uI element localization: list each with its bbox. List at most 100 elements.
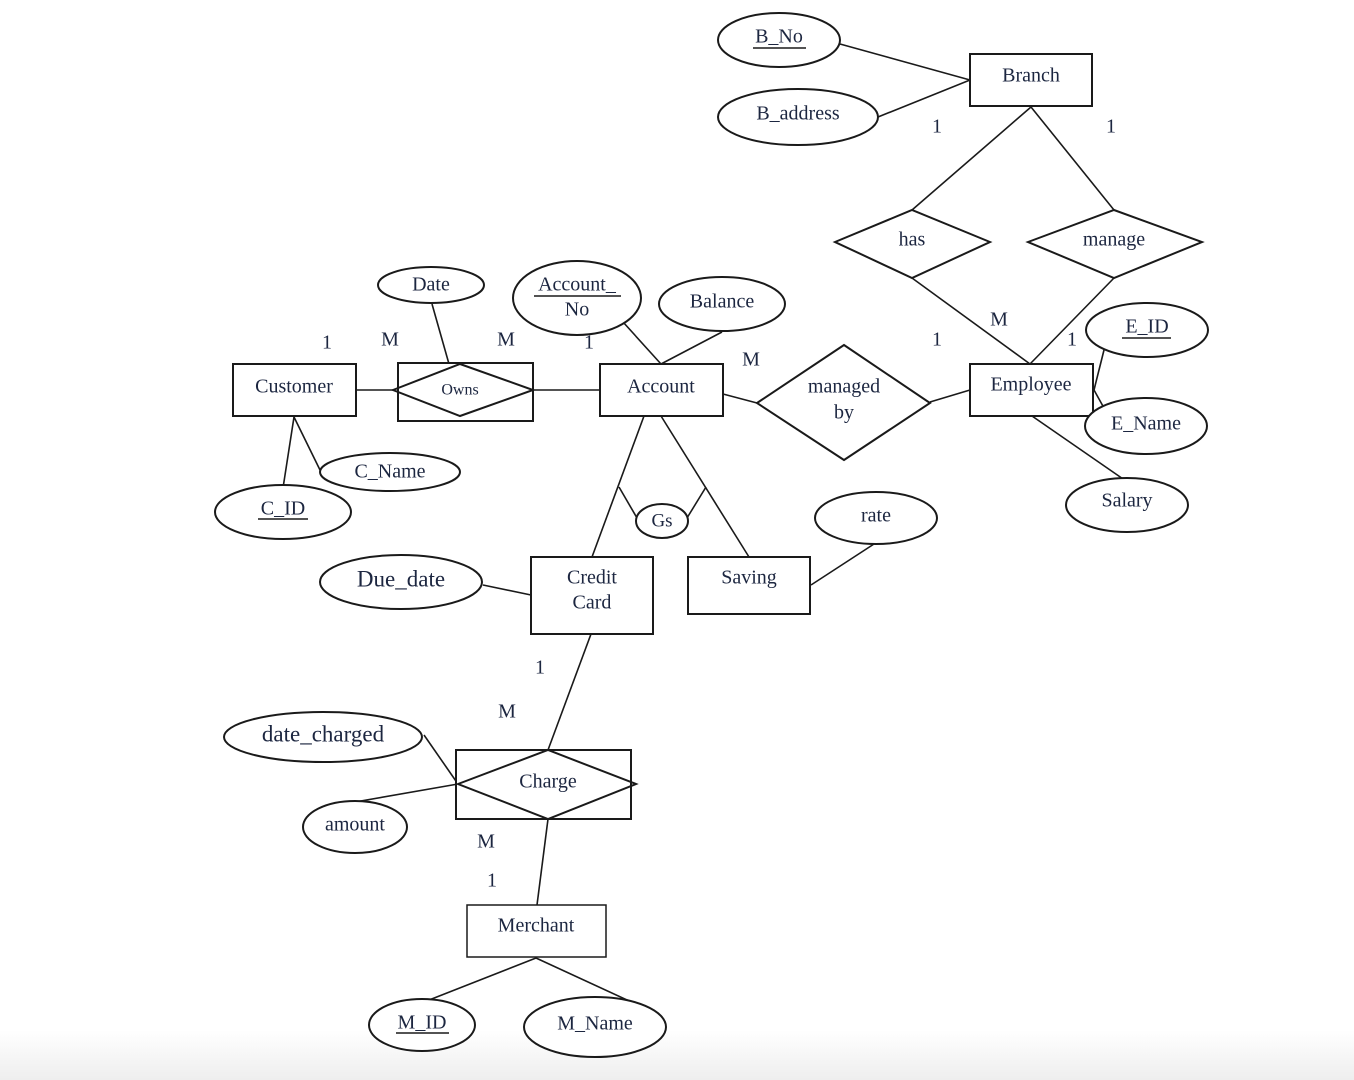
relationship-manage-label: manage (1083, 229, 1145, 251)
attribute-date[interactable]: Date (377, 266, 485, 304)
edge-account-creditcard (591, 415, 645, 558)
entity-saving[interactable]: Saving (687, 556, 811, 615)
relationship-has[interactable]: has (832, 208, 993, 280)
attribute-c-name[interactable]: C_Name (319, 452, 461, 492)
attribute-balance-label: Balance (690, 291, 755, 313)
edge-employee-eid (1093, 349, 1105, 391)
edge-baddress-branch (877, 79, 971, 118)
edge-accountno-account (622, 321, 662, 365)
entity-branch[interactable]: Branch (969, 53, 1093, 107)
attribute-m-id[interactable]: M_ID (368, 998, 476, 1052)
cardinality-customer-owns: 1 (322, 332, 332, 354)
attribute-amount[interactable]: amount (302, 800, 408, 854)
entity-account-label: Account (627, 376, 695, 398)
edge-balance-account (660, 331, 723, 365)
edge-gs-left (618, 486, 638, 519)
attribute-c-id-label: C_ID (261, 498, 305, 520)
edge-bno-branch (839, 43, 971, 81)
relationship-has-label: has (899, 229, 926, 251)
cardinality-charge-creditcard: M (498, 701, 516, 723)
cardinality-merchant-charge: 1 (487, 870, 497, 892)
attribute-b-no[interactable]: B_No (717, 12, 841, 68)
relationship-owns-label: Owns (441, 382, 478, 399)
entity-credit-card[interactable]: Credit Card (530, 556, 654, 635)
attribute-salary[interactable]: Salary (1065, 477, 1189, 533)
edge-has-employee (911, 277, 1031, 365)
edge-merchant-mid (423, 957, 537, 1003)
attribute-date-charged-label: date_charged (262, 721, 385, 746)
attribute-salary-label: Salary (1101, 490, 1152, 512)
attribute-e-id[interactable]: E_ID (1085, 302, 1209, 358)
attribute-date-label: Date (412, 274, 450, 296)
cardinality-manage-employee: 1 (1067, 329, 1077, 351)
attribute-due-date[interactable]: Due_date (319, 554, 483, 610)
edge-branch-has (911, 106, 1032, 211)
edges (282, 43, 1127, 1007)
generalization-gs[interactable]: Gs (635, 503, 689, 539)
edge-branch-manage (1030, 106, 1115, 211)
edge-gs-right (686, 486, 707, 519)
cardinality-account-owns: 1 (584, 332, 594, 354)
cardinality-labels: 1 1 M 1 1 M M 1 M 1 1 M M 1 (322, 116, 1116, 892)
relationship-charge-label: Charge (519, 771, 577, 793)
attribute-e-id-label: E_ID (1125, 316, 1168, 338)
er-diagram: Branch Customer Account Employee Credit … (214, 12, 1209, 1058)
attribute-date-charged[interactable]: date_charged (223, 711, 423, 763)
cardinality-charge-merchant: M (477, 831, 495, 853)
edge-date-owns (431, 303, 450, 365)
cardinality-branch-has: 1 (932, 116, 942, 138)
entity-customer-label: Customer (255, 376, 333, 398)
attribute-m-name[interactable]: M_Name (523, 996, 667, 1058)
edge-duedate-creditcard (482, 584, 532, 596)
attribute-due-date-label: Due_date (357, 566, 445, 591)
edge-datecharged-charge (423, 734, 459, 785)
relationship-manage[interactable]: manage (1025, 208, 1205, 280)
attribute-account-no-label-line1: Account_ (538, 274, 617, 296)
cardinality-employee-managed-by: 1 (932, 329, 942, 351)
attribute-b-address-label: B_address (756, 103, 840, 125)
cardinality-has-employee: M (990, 309, 1008, 331)
relationship-managed-by[interactable]: managed by (755, 343, 932, 462)
attribute-m-name-label: M_Name (557, 1013, 633, 1035)
edge-customer-cname (293, 416, 321, 471)
attribute-c-name-label: C_Name (354, 461, 425, 483)
entity-saving-label: Saving (721, 567, 777, 589)
attribute-e-name[interactable]: E_Name (1084, 397, 1208, 455)
entity-merchant[interactable]: Merchant (466, 904, 607, 958)
attribute-rate[interactable]: rate (814, 491, 938, 545)
entity-employee[interactable]: Employee (969, 363, 1094, 417)
cardinality-account-managed-by: M (742, 349, 760, 371)
attribute-e-name-label: E_Name (1111, 413, 1181, 435)
entity-credit-card-label-line1: Credit (567, 567, 617, 589)
entity-employee-label: Employee (990, 374, 1071, 396)
edge-account-managedby (722, 393, 758, 404)
edge-saving-rate (810, 543, 875, 586)
edge-amount-charge (354, 783, 459, 803)
edge-customer-cid (282, 416, 295, 489)
attribute-b-no-label: B_No (755, 26, 803, 48)
generalization-gs-label: Gs (651, 510, 672, 531)
entity-customer[interactable]: Customer (232, 363, 357, 417)
entity-account[interactable]: Account (599, 363, 724, 417)
attribute-c-id[interactable]: C_ID (214, 484, 352, 540)
edge-charge-merchant (536, 818, 549, 906)
edge-creditcard-charge (547, 633, 592, 751)
entity-credit-card-label-line2: Card (573, 592, 612, 614)
attribute-account-no[interactable]: Account_ No (512, 260, 642, 336)
attribute-account-no-label-line2: No (565, 299, 589, 321)
relationship-managed-by-label-line2: by (834, 402, 854, 424)
edge-managedby-employee (929, 389, 971, 403)
cardinality-branch-manage: 1 (1106, 116, 1116, 138)
cardinality-owns-account-side: M (497, 329, 515, 351)
entity-merchant-label: Merchant (498, 915, 575, 937)
entity-branch-label: Branch (1002, 65, 1060, 87)
attribute-balance[interactable]: Balance (658, 276, 786, 332)
cardinality-creditcard-charge: 1 (535, 657, 545, 679)
attribute-b-address[interactable]: B_address (717, 88, 879, 146)
relationship-managed-by-label-line1: managed (808, 376, 880, 398)
cardinality-owns-customer-side: M (381, 329, 399, 351)
attribute-m-id-label: M_ID (398, 1012, 447, 1034)
attribute-amount-label: amount (325, 814, 385, 836)
relationship-charge[interactable]: Charge (455, 748, 639, 821)
relationship-owns[interactable]: Owns (390, 362, 536, 422)
